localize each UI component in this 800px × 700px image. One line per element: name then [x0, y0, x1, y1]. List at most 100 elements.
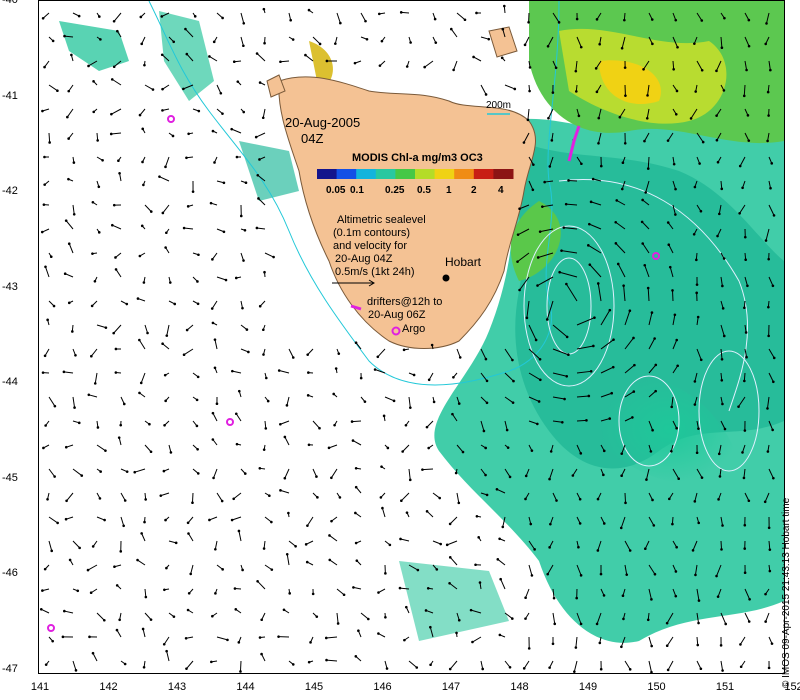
velocity-arrow-head [117, 159, 120, 162]
velocity-arrow-head [747, 44, 751, 48]
lat-tick-label: -40 [2, 0, 18, 6]
velocity-arrow-head [139, 381, 143, 385]
velocity-arrow-head [771, 284, 775, 288]
velocity-arrow [624, 660, 631, 670]
velocity-arrow-head [213, 366, 217, 370]
velocity-arrow-head [110, 112, 113, 116]
velocity-arrow-head [158, 175, 161, 178]
velocity-arrow-head [471, 640, 474, 644]
velocity-arrow [377, 348, 386, 358]
colorbar-swatch [434, 169, 455, 179]
velocity-arrow-head [87, 393, 91, 397]
velocity-arrow-head [255, 226, 259, 230]
velocity-arrow [64, 610, 74, 614]
velocity-arrow-head [693, 42, 696, 45]
velocity-arrow-head [262, 448, 266, 451]
velocity-arrow-head [123, 499, 127, 502]
velocity-arrow [384, 396, 395, 402]
velocity-arrow-head [595, 18, 599, 21]
velocity-arrow-head [524, 497, 527, 501]
velocity-arrow-head [291, 356, 295, 359]
velocity-arrow-head [352, 586, 355, 589]
velocity-arrow-head [43, 65, 46, 69]
velocity-arrow-head [195, 424, 199, 428]
velocity-arrow-head [400, 499, 403, 502]
velocity-arrow-head [565, 282, 568, 286]
velocity-arrow-head [219, 91, 223, 95]
velocity-arrow-head [424, 609, 428, 612]
velocity-arrow-head [721, 402, 724, 406]
velocity-arrow-head [226, 638, 229, 642]
velocity-arrow-head [307, 8, 311, 12]
velocity-arrow-head [241, 306, 244, 310]
velocity-arrow-head [747, 139, 751, 142]
velocity-arrow [408, 660, 418, 668]
velocity-arrow-head [377, 591, 380, 594]
velocity-arrow-head [700, 476, 704, 479]
velocity-arrow-head [187, 592, 191, 595]
velocity-arrow-head [602, 522, 606, 525]
velocity-arrow-head [184, 636, 188, 640]
velocity-arrow-head [208, 55, 211, 58]
velocity-arrow-head [549, 522, 552, 526]
velocity-arrow-head [365, 37, 369, 41]
velocity-arrow-head [628, 549, 632, 552]
velocity-arrow-head [334, 42, 337, 45]
velocity-arrow-head [463, 18, 467, 22]
velocity-arrow-head [380, 465, 383, 468]
velocity-arrow-head [78, 546, 81, 550]
velocity-arrow-head [452, 375, 455, 379]
velocity-arrow [739, 636, 746, 645]
velocity-arrow-head [354, 541, 358, 545]
velocity-arrow [449, 516, 458, 525]
velocity-arrow-head [342, 593, 346, 597]
velocity-arrow-head [67, 301, 71, 305]
velocity-arrow-head [43, 567, 47, 571]
velocity-arrow-head [554, 66, 558, 70]
velocity-arrow-head [697, 599, 701, 602]
velocity-arrow-head [766, 407, 769, 410]
velocity-arrow [140, 372, 146, 384]
velocity-arrow-head [485, 493, 489, 497]
velocity-arrow-head [316, 496, 319, 499]
velocity-arrow-head [384, 616, 387, 619]
velocity-arrow-head [438, 496, 442, 500]
velocity-arrow-head [50, 549, 54, 553]
velocity-arrow [575, 636, 578, 648]
velocity-arrow-head [279, 60, 282, 64]
velocity-arrow-head [211, 614, 214, 618]
velocity-arrow-head [622, 284, 625, 287]
velocity-arrow-head [254, 135, 258, 139]
velocity-arrow [456, 348, 461, 358]
velocity-arrow-head [599, 572, 603, 576]
velocity-arrow-head [643, 263, 647, 267]
velocity-arrow-head [63, 272, 67, 276]
legend-line-2: (0.1m contours) [333, 227, 411, 239]
velocity-arrow-head [587, 394, 591, 398]
velocity-arrow-head [51, 639, 54, 643]
velocity-arrow [400, 492, 410, 502]
velocity-arrow [286, 554, 290, 566]
velocity-arrow-head [674, 187, 677, 191]
velocity-arrow-head [46, 318, 49, 322]
velocity-arrow-head [91, 545, 95, 548]
velocity-arrow-head [42, 446, 45, 450]
velocity-arrow-head [651, 498, 654, 502]
velocity-arrow-head [700, 19, 704, 22]
velocity-arrow-head [763, 500, 767, 504]
velocity-arrow-head [536, 284, 539, 287]
argo-marker [226, 418, 234, 426]
velocity-arrow-head [448, 522, 452, 526]
velocity-arrow-head [596, 497, 600, 501]
velocity-arrow-head [239, 214, 243, 218]
velocity-arrow-head [101, 158, 104, 162]
velocity-arrow-head [93, 279, 97, 283]
velocity-arrow-head [500, 56, 504, 60]
velocity-arrow-head [529, 522, 533, 526]
velocity-arrow-head [336, 622, 340, 625]
velocity-arrow-head [745, 68, 748, 72]
velocity-arrow [528, 564, 533, 576]
velocity-arrow-head [122, 524, 125, 528]
velocity-arrow-head [99, 470, 102, 473]
velocity-arrow [527, 108, 530, 120]
